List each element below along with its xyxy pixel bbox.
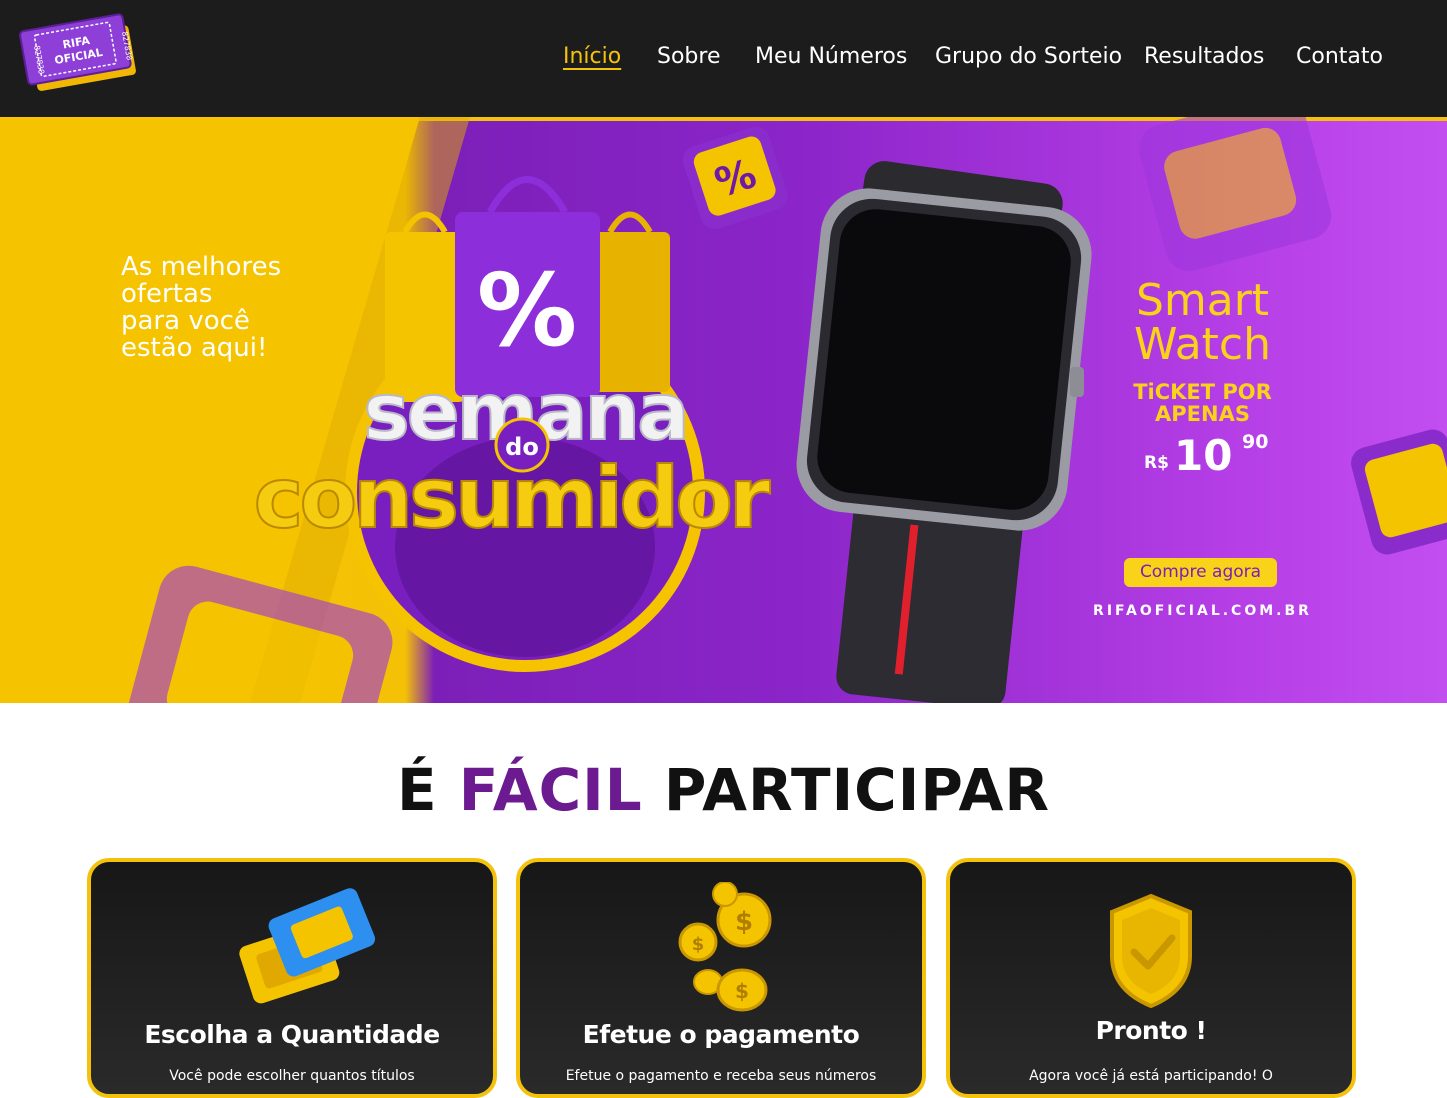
step-card-payment: $ $ $ Efetue o pagamento Efetue o pagame… bbox=[516, 858, 926, 1098]
card-title: Pronto ! bbox=[1095, 1016, 1207, 1045]
hero-tagline: As melhores ofertas para você estão aqui… bbox=[121, 252, 282, 363]
shield-check-icon bbox=[950, 882, 1352, 1012]
nav-link-inicio[interactable]: Início bbox=[563, 44, 621, 69]
price-currency: R$ bbox=[1144, 453, 1169, 473]
title-highlight: FÁCIL bbox=[458, 756, 643, 824]
card-text: Agora você já está participando! O bbox=[1029, 1068, 1273, 1084]
svg-text:%: % bbox=[477, 252, 577, 369]
card-title: Escolha a Quantidade bbox=[144, 1020, 440, 1049]
site-logo[interactable]: RIFA OFICIAL 827830 827830 bbox=[16, 12, 140, 94]
percent-cube-right-icon bbox=[1351, 429, 1447, 555]
title-part1: É bbox=[396, 756, 459, 824]
hero-price: R$ 10 90 bbox=[1140, 431, 1300, 481]
title-part2: PARTICIPAR bbox=[642, 756, 1051, 824]
card-text: Efetue o pagamento e receba seus números bbox=[565, 1068, 877, 1084]
nav-link-resultados[interactable]: Resultados bbox=[1144, 44, 1264, 69]
percent-cube-icon: % bbox=[682, 126, 788, 230]
hero-ticket-label: TiCKET POR APENAS bbox=[1133, 380, 1272, 426]
nav-link-contato[interactable]: Contato bbox=[1296, 44, 1383, 69]
hero-product-name: Smart Watch bbox=[1134, 275, 1271, 370]
nav-link-meus-numeros[interactable]: Meu Números bbox=[755, 44, 907, 69]
card-title: Efetue o pagamento bbox=[582, 1020, 860, 1049]
svg-text:$: $ bbox=[692, 934, 705, 955]
svg-text:$: $ bbox=[735, 979, 749, 1003]
nav-link-sobre[interactable]: Sobre bbox=[657, 44, 721, 69]
card-text: Você pode escolher quantos títulos bbox=[169, 1068, 415, 1084]
smartwatch-image bbox=[796, 161, 1092, 703]
top-navbar: RIFA OFICIAL 827830 827830 Início Sobre … bbox=[0, 0, 1447, 117]
buy-now-button[interactable]: Compre agora bbox=[1124, 558, 1277, 587]
step-card-done: Pronto ! Agora você já está participando… bbox=[946, 858, 1356, 1098]
section-title: É FÁCIL PARTICIPAR bbox=[0, 756, 1447, 824]
step-card-quantity: Escolha a Quantidade Você pode escolher … bbox=[87, 858, 497, 1098]
price-cents: 90 bbox=[1242, 431, 1269, 453]
campaign-title-line2: consumidor bbox=[254, 449, 771, 547]
hero-site-url: RIFAOFICIAL.COM.BR bbox=[1093, 603, 1312, 619]
price-integer: 10 bbox=[1174, 431, 1233, 480]
nav-link-grupo-sorteio[interactable]: Grupo do Sorteio bbox=[935, 44, 1122, 69]
svg-text:$: $ bbox=[735, 907, 753, 937]
hero-banner[interactable]: % % semana do consumidor As melhores ofe… bbox=[0, 117, 1447, 703]
blurred-cube-icon bbox=[1138, 117, 1332, 272]
tickets-icon bbox=[91, 882, 493, 1012]
coins-icon: $ $ $ bbox=[520, 881, 922, 1012]
